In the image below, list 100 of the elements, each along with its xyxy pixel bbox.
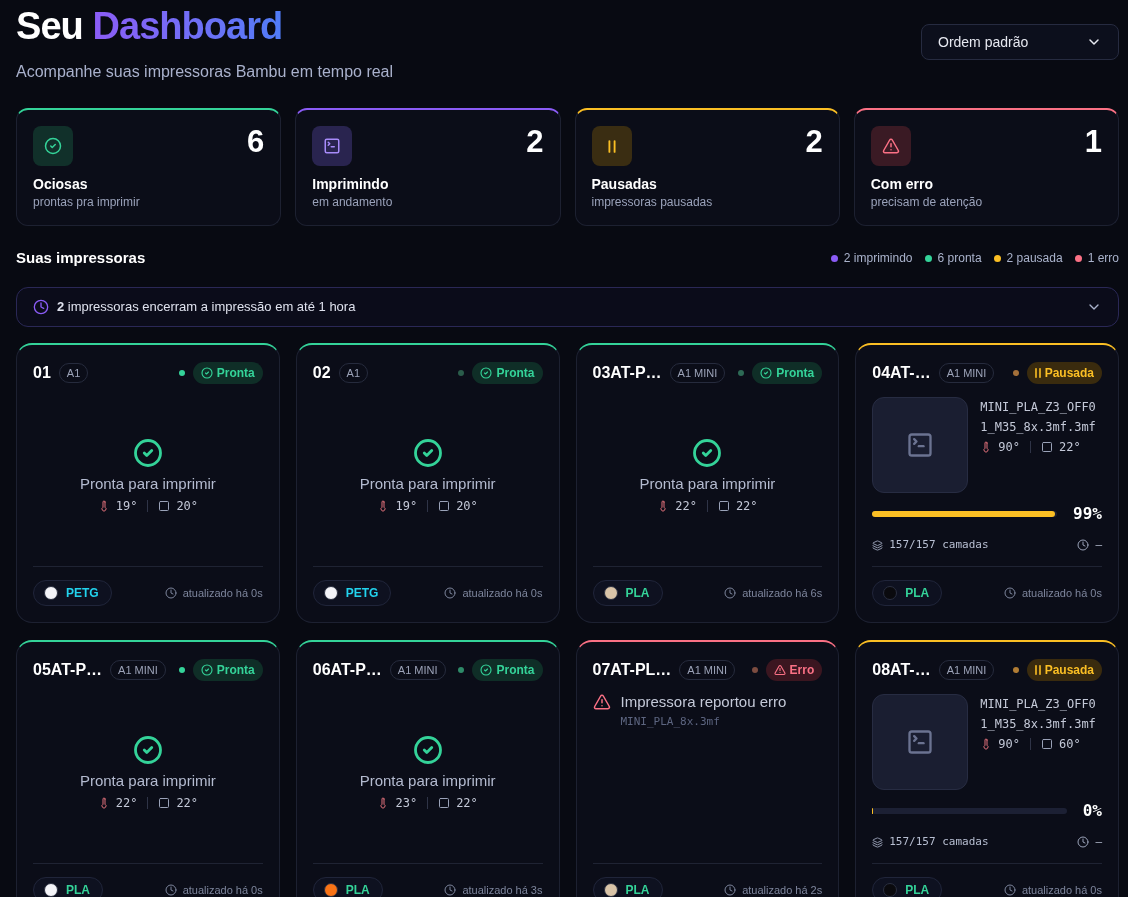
- stat-sublabel: prontas pra imprimir: [33, 194, 141, 210]
- check-circle-icon: [200, 367, 213, 379]
- warning-icon: [773, 664, 786, 676]
- check-circle-icon: [200, 664, 213, 676]
- bed-temp: 22°: [176, 794, 199, 811]
- bed-temp: 22°: [735, 497, 758, 514]
- legend-label: 2 pausada: [1006, 250, 1063, 267]
- update-time: atualizado há 2s: [742, 882, 823, 897]
- status-message: Pronta para imprimir: [79, 770, 216, 791]
- pause-icon: [591, 126, 632, 166]
- legend-label: 1 erro: [1087, 250, 1119, 267]
- square-icon: [717, 499, 730, 512]
- stat-sublabel: em andamento: [312, 194, 394, 210]
- status-label: Pausada: [1044, 662, 1094, 679]
- status-label: Pronta: [216, 365, 255, 382]
- page-subtitle: Acompanhe suas impressoras Bambu em tempo real: [16, 62, 394, 82]
- warning-icon: [870, 126, 911, 166]
- stat-count: 2: [526, 126, 544, 158]
- bed-temp: 20°: [176, 497, 199, 514]
- legend-label: 2 imprimindo: [843, 250, 913, 267]
- update-time: atualizado há 0s: [1021, 585, 1102, 601]
- pause-icon: [1034, 665, 1041, 675]
- nozzle-temp: 19°: [395, 497, 418, 514]
- status-label: Pronta: [496, 365, 535, 382]
- status-message: Pronta para imprimir: [359, 770, 496, 791]
- update-time: atualizado há 0s: [182, 585, 263, 601]
- square-icon: [158, 499, 171, 512]
- printer-name: 06AT-P…: [312, 660, 382, 680]
- filament-label: PETG: [66, 585, 99, 602]
- bed-temp: 20°: [456, 497, 478, 514]
- layers-icon: [872, 836, 884, 848]
- nozzle-temp: 22°: [675, 497, 697, 514]
- pause-icon: [1034, 368, 1041, 378]
- filament-label: PLA: [345, 882, 370, 897]
- sort-select[interactable]: Ordem padrão: [921, 24, 1119, 60]
- update-time: atualizado há 0s: [462, 585, 543, 601]
- bed-temp: 22°: [456, 794, 478, 811]
- status-label: Erro: [789, 662, 815, 679]
- stat-label: Pausadas: [591, 175, 658, 194]
- time-remaining: –: [1095, 536, 1102, 553]
- status-label: Pronta: [496, 662, 535, 679]
- stat-label: Ociosas: [33, 175, 89, 194]
- nozzle-temp: 19°: [115, 497, 138, 514]
- layers-icon: [872, 539, 884, 551]
- clock-icon: [444, 587, 457, 599]
- status-message: Pronta para imprimir: [79, 473, 216, 494]
- check-circle-icon: [412, 437, 443, 468]
- file-name: MINI_PLA_Z3_OFF01_M35_8x.3mf.3mf: [980, 399, 1097, 436]
- clock-icon: [1077, 539, 1090, 551]
- section-title: Suas impressoras: [16, 247, 146, 268]
- status-label: Pronta: [776, 365, 815, 382]
- stat-count: 2: [805, 126, 823, 158]
- check-circle-icon: [132, 437, 163, 468]
- filament-label: PLA: [625, 882, 650, 897]
- square-icon: [438, 796, 451, 809]
- error-message: Impressora reportou erro: [620, 692, 787, 712]
- clock-icon: [33, 299, 49, 315]
- ending-soon-banner[interactable]: 2 impressoras encerram a impressão em até 1 hora: [16, 287, 1119, 327]
- check-circle-icon: [412, 734, 443, 765]
- check-circle-icon: [692, 437, 723, 468]
- bed-temp: 60°: [1058, 736, 1081, 752]
- stat-sublabel: impressoras pausadas: [591, 194, 714, 210]
- printer-name: 01: [33, 363, 51, 383]
- printer-name: 03AT-P…: [592, 363, 662, 383]
- square-icon: [158, 796, 171, 809]
- status-message: Pronta para imprimir: [359, 473, 496, 494]
- clock-icon: [724, 587, 737, 599]
- clock-icon: [164, 884, 177, 896]
- file-name: MINI_PLA_8x.3mf: [620, 714, 721, 730]
- filament-label: PLA: [66, 882, 90, 897]
- nozzle-temp: 23°: [395, 794, 418, 811]
- nozzle-temp: 22°: [115, 794, 138, 811]
- printer-name: 07AT-PL…: [592, 660, 672, 680]
- filament-label: PETG: [345, 585, 379, 602]
- check-circle-icon: [480, 367, 493, 379]
- update-time: atualizado há 0s: [1021, 882, 1102, 897]
- clock-icon: [444, 884, 457, 896]
- stat-label: Imprimindo: [312, 175, 390, 194]
- layer-count: 157/157 camadas: [889, 833, 989, 850]
- square-icon: [1040, 738, 1053, 750]
- check-circle-icon: [480, 664, 493, 676]
- warning-icon: [592, 693, 611, 711]
- stat-count: 1: [1084, 126, 1102, 158]
- clock-icon: [1003, 587, 1016, 599]
- clock-icon: [164, 587, 177, 599]
- printer-name: 04AT-…: [872, 363, 931, 383]
- printer-name: 02: [312, 363, 331, 383]
- check-circle-icon: [132, 734, 163, 765]
- check-circle-icon: [760, 367, 773, 379]
- file-name: MINI_PLA_Z3_OFF01_M35_8x.3mf.3mf: [980, 696, 1097, 733]
- square-icon: [1040, 441, 1053, 453]
- legend-label: 6 pronta: [937, 250, 982, 267]
- printer-name: 05AT-P…: [33, 660, 103, 680]
- printer-name: 08AT-…: [872, 660, 931, 680]
- status-label: Pronta: [216, 662, 255, 679]
- progress-percent: 99%: [1073, 503, 1102, 525]
- bed-temp: 22°: [1058, 439, 1081, 455]
- filament-label: PLA: [905, 585, 930, 602]
- time-remaining: –: [1095, 833, 1102, 850]
- stat-label: Com erro: [870, 175, 934, 194]
